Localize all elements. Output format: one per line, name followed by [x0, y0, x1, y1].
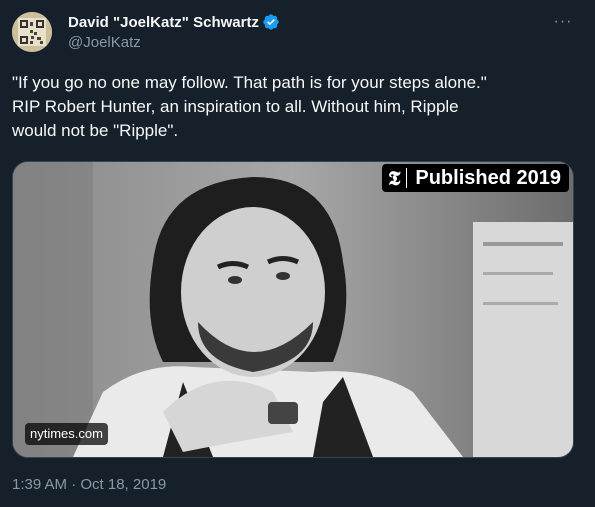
portrait-photo — [13, 162, 573, 457]
more-options-icon[interactable]: ··· — [551, 13, 575, 30]
tweet-card: David "JoelKatz" Schwartz @JoelKatz ··· … — [0, 0, 595, 507]
tweet-text: "If you go no one may follow. That path … — [12, 73, 487, 140]
verified-badge-icon[interactable] — [262, 13, 280, 31]
name-row: David "JoelKatz" Schwartz — [68, 12, 555, 32]
tweet-timestamp[interactable]: 1:39 AM · Oct 18, 2019 — [12, 476, 166, 493]
avatar[interactable] — [12, 12, 52, 52]
media-card[interactable]: 𝕿 Published 2019 nytimes.com — [12, 161, 574, 458]
author-display-name[interactable]: David "JoelKatz" Schwartz — [68, 14, 259, 31]
published-badge: 𝕿 Published 2019 — [382, 164, 569, 192]
author-handle[interactable]: @JoelKatz — [68, 34, 555, 51]
tweet-header: David "JoelKatz" Schwartz @JoelKatz — [68, 12, 555, 51]
qr-avatar-image — [12, 12, 52, 52]
published-label: Published 2019 — [415, 166, 561, 189]
badge-divider — [406, 168, 408, 188]
source-domain-label[interactable]: nytimes.com — [25, 423, 108, 445]
nyt-logo-icon: 𝕿 — [388, 166, 401, 190]
